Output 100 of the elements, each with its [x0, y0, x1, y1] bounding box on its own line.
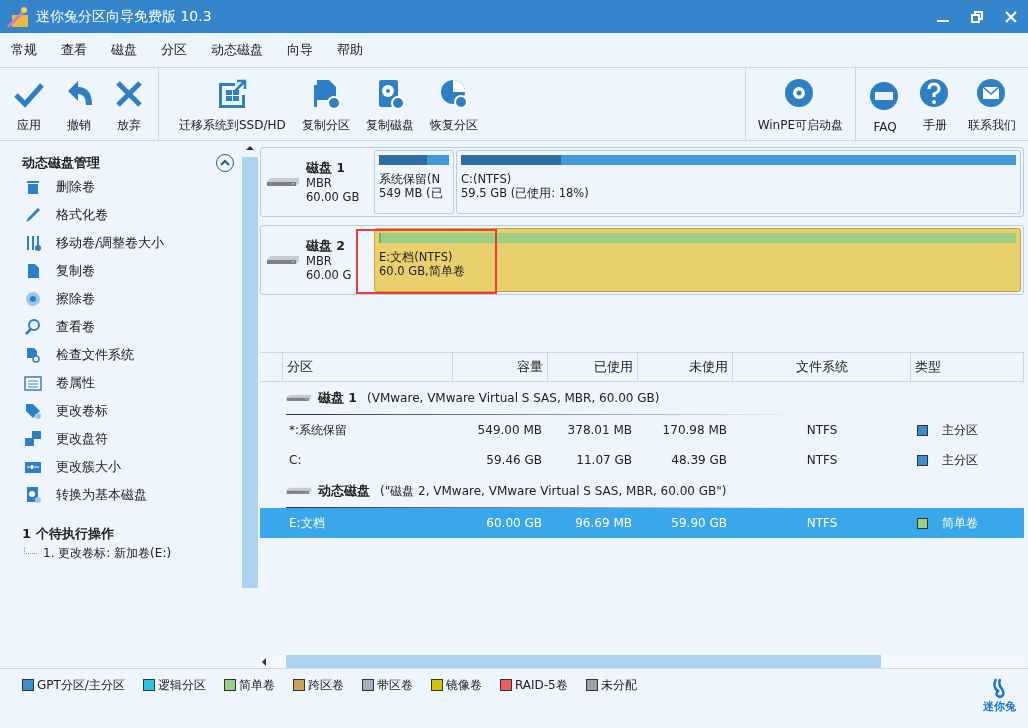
partition-row[interactable]: *:系统保留 549.00 MB 378.01 MB 170.98 MB NTFS 主分区: [260, 415, 1024, 445]
partition-block[interactable]: C:(NTFS) 59.5 GB (已使用: 18%): [456, 150, 1021, 214]
disk-group-info: ("磁盘 2, VMware, VMware Virtual S SAS, MBR, 60.00 GB"): [380, 482, 727, 500]
partition-block[interactable]: E:文档(NTFS) 60.0 GB,简单卷: [374, 228, 1021, 292]
toolbar-button[interactable]: 复制磁盘: [359, 77, 420, 134]
disk-size: 60.00 GB: [306, 189, 360, 204]
partition-label: 系统保留(N: [379, 172, 442, 186]
column-header[interactable]: 容量: [453, 353, 548, 381]
disk-drive-icon: [266, 255, 300, 265]
disk-name: 磁盘 1: [306, 160, 347, 175]
sidebar-item[interactable]: 擦除卷: [0, 285, 242, 313]
sidebar-title: 动态磁盘管理: [22, 154, 101, 172]
column-header[interactable]: 类型: [911, 353, 1024, 381]
table-cell-text: 11.07 GB: [575, 453, 633, 467]
table-cell-text: 59.46 GB: [485, 453, 543, 467]
table-cell-text: 59.90 GB: [670, 516, 728, 530]
legend-label: 逻辑分区: [157, 676, 206, 694]
toolbar-button[interactable]: FAQ: [862, 80, 908, 134]
menu-item[interactable]: 常规: [10, 41, 48, 59]
toolbar-button[interactable]: 放弃: [106, 77, 152, 134]
trash-icon: [24, 178, 42, 196]
disk-card[interactable]: 磁盘 1 MBR 60.00 GB 系统保留(N 549 MB (已 C:(NTFS) 59.5 GB (已使用: 18%): [260, 147, 1024, 217]
disk-group-name: 磁盘 1: [318, 389, 358, 407]
usage-bar: [379, 155, 449, 165]
tag-icon: [24, 402, 42, 420]
sidebar-item[interactable]: 转换为基本磁盘: [0, 481, 242, 509]
table-cell-text: NTFS: [805, 516, 839, 530]
table-cell-text: *:系统保留: [288, 421, 349, 439]
sidebar-item[interactable]: 检查文件系统: [0, 341, 242, 369]
sidebar-item[interactable]: 复制卷: [0, 257, 242, 285]
horizontal-scrollbar[interactable]: [260, 655, 1024, 668]
table-cell-text: 主分区: [941, 451, 979, 469]
table-cell-text: NTFS: [805, 423, 839, 437]
disk-drive-icon: [266, 177, 300, 187]
table-cell-text: 主分区: [941, 421, 979, 439]
table-cell-text: 378.01 MB: [566, 423, 633, 437]
column-header[interactable]: 已使用: [548, 353, 638, 381]
pending-title: 1 个待执行操作: [22, 525, 115, 543]
sidebar-item[interactable]: 卷属性: [0, 369, 242, 397]
disk-icon: [24, 486, 42, 504]
partition-row[interactable]: C: 59.46 GB 11.07 GB 48.39 GB NTFS 主分区: [260, 445, 1024, 475]
legend-label: 跨区卷: [307, 676, 344, 694]
partition-label: C:(NTFS): [461, 172, 513, 186]
list-icon: [24, 374, 42, 392]
app-logo-icon: [6, 4, 30, 29]
scroll-left-arrow-icon[interactable]: [260, 657, 268, 666]
table-cell-text: 96.69 MB: [574, 516, 633, 530]
table-cell-text: 简单卷: [941, 514, 979, 532]
partition-label: E:文档(NTFS): [379, 250, 454, 264]
table-cell-text: 48.39 GB: [670, 453, 728, 467]
menu-item[interactable]: 磁盘: [110, 41, 148, 59]
disk-group-info: (VMware, VMware Virtual S SAS, MBR, 60.00 GB): [367, 391, 660, 405]
sidebar-item[interactable]: 更改卷标: [0, 397, 242, 425]
legend-label: RAID-5卷: [514, 676, 568, 694]
column-header[interactable]: 文件系统: [733, 353, 911, 381]
column-header[interactable]: 分区: [283, 353, 453, 381]
menu-item[interactable]: 帮助: [336, 41, 374, 59]
pending-operation: 1. 更改卷标: 新加卷(E:): [43, 545, 172, 562]
sidebar-item[interactable]: 格式化卷: [0, 201, 242, 229]
table-cell-text: NTFS: [805, 453, 839, 467]
toolbar-button[interactable]: 恢复分区: [423, 77, 484, 134]
legend-label: 未分配: [600, 676, 637, 694]
sidebar-item[interactable]: 删除卷: [0, 173, 242, 201]
page-search-icon: [24, 346, 42, 364]
menu-item[interactable]: 分区: [160, 41, 198, 59]
partition-detail: 60.0 GB,简单卷: [379, 264, 466, 278]
legend-label: 简单卷: [238, 676, 275, 694]
sidebar-item[interactable]: 更改簇大小: [0, 453, 242, 481]
window-title: 迷你兔分区向导免费版 10.3: [36, 7, 213, 26]
table-cell-text: C:: [288, 453, 303, 467]
disk-drive-icon: [286, 487, 312, 495]
scroll-up-arrow-icon[interactable]: [246, 145, 254, 151]
sidebar-item[interactable]: 更改盘符: [0, 425, 242, 453]
toolbar-button[interactable]: 手册: [912, 77, 958, 134]
toolbar-button[interactable]: WinPE可启动盘: [751, 77, 849, 134]
toolbar-button[interactable]: 复制分区: [295, 77, 356, 134]
partition-scheme: MBR: [306, 253, 333, 268]
menu-item[interactable]: 向导: [286, 41, 324, 59]
toolbar-button[interactable]: 应用: [6, 77, 52, 134]
legend-label: 带区卷: [376, 676, 413, 694]
menu-item[interactable]: 查看: [60, 41, 98, 59]
disk-drive-icon: [286, 394, 312, 402]
search-icon: [24, 318, 42, 336]
disk-name: 磁盘 2: [306, 238, 347, 253]
legend-label: 镜像卷: [445, 676, 482, 694]
sliders-icon: [24, 234, 42, 252]
disk-size: 60.00 G: [306, 267, 352, 282]
column-header[interactable]: 未使用: [638, 353, 733, 381]
partition-detail: 59.5 GB (已使用: 18%): [461, 186, 590, 200]
partition-scheme: MBR: [306, 175, 333, 190]
toolbar-button[interactable]: 迁移系统到SSD/HD: [173, 77, 292, 134]
partition-block[interactable]: 系统保留(N 549 MB (已: [374, 150, 454, 214]
menu-item[interactable]: 动态磁盘: [210, 41, 274, 59]
toolbar-button[interactable]: 撤销: [56, 77, 102, 134]
disk-card[interactable]: 磁盘 2 MBR 60.00 G E:文档(NTFS) 60.0 GB,简单卷: [260, 225, 1024, 295]
sidebar-item[interactable]: 查看卷: [0, 313, 242, 341]
toolbar-button[interactable]: 联系我们: [962, 77, 1022, 134]
sidebar-item[interactable]: 移动卷/调整卷大小: [0, 229, 242, 257]
disk-group-name: 动态磁盘: [318, 482, 370, 500]
brand-name: 迷你兔: [983, 699, 1016, 714]
